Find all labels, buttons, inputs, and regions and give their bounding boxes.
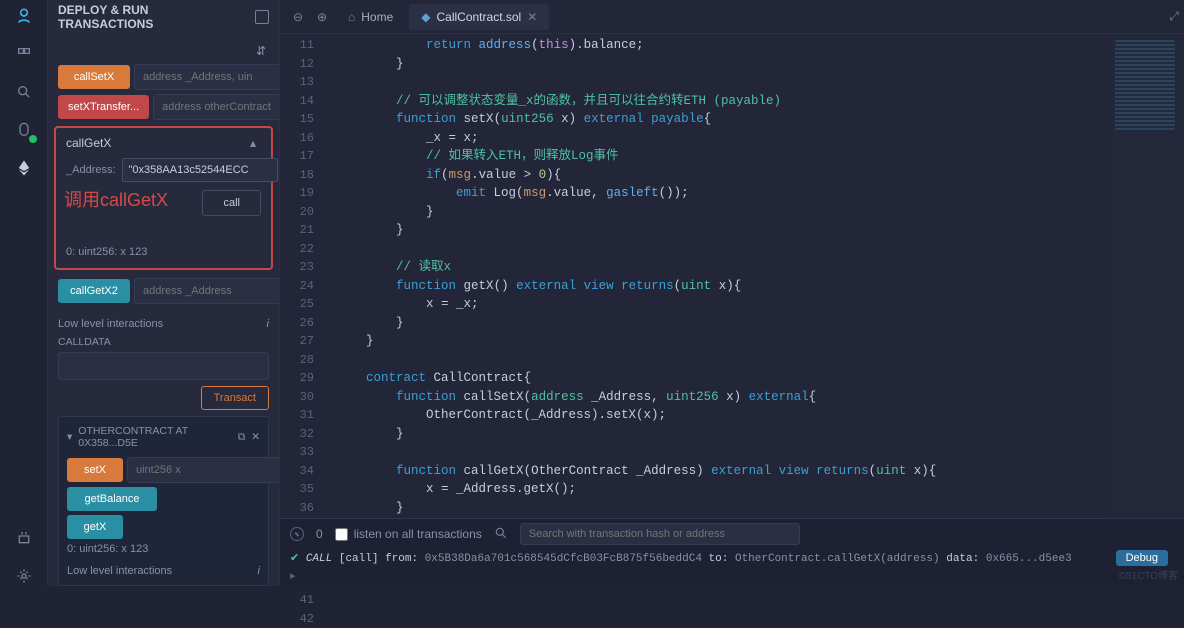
remix-logo-icon[interactable] xyxy=(14,6,34,26)
close-instance-icon[interactable]: ✕ xyxy=(251,431,260,443)
setx-input[interactable] xyxy=(127,457,279,483)
callsetx-button[interactable]: callSetX xyxy=(58,65,130,89)
lowlevel2-title: Low level interactions xyxy=(67,565,172,577)
watermark: ©51CTO博客 xyxy=(1119,567,1178,582)
panel-link-icon[interactable] xyxy=(255,10,269,24)
pending-count: 0 xyxy=(316,527,323,541)
code-editor[interactable]: return address(this).balance; } // 可以调整状… xyxy=(324,34,1106,518)
calldata-input[interactable] xyxy=(58,352,269,380)
listen-label: listen on all transactions xyxy=(354,527,482,541)
callgetx-field-label: _Address: xyxy=(66,164,116,176)
callsetx-input[interactable] xyxy=(134,64,279,90)
file-explorer-icon[interactable] xyxy=(14,44,34,64)
setxtransfer-button[interactable]: setXTransfer... xyxy=(58,95,149,119)
listen-checkbox[interactable] xyxy=(335,528,348,541)
solidity-file-icon: ◆ xyxy=(421,10,430,24)
collapse-callgetx-icon[interactable] xyxy=(245,136,261,150)
call-button[interactable]: call xyxy=(202,190,261,216)
getbalance-button[interactable]: getBalance xyxy=(67,487,157,511)
debug-button[interactable]: Debug xyxy=(1116,550,1168,566)
transact-button[interactable]: Transact xyxy=(201,386,269,410)
calldata-label: CALLDATA xyxy=(58,336,269,348)
zoom-out-icon[interactable]: ⊖ xyxy=(288,10,308,24)
setxtransfer-input[interactable] xyxy=(153,94,279,120)
setx-button[interactable]: setX xyxy=(67,458,123,482)
callgetx-result: 0: uint256: x 123 xyxy=(66,216,261,258)
close-tab-icon[interactable]: ✕ xyxy=(527,10,537,24)
settings-icon[interactable] xyxy=(14,566,34,586)
callgetx-address-input[interactable] xyxy=(122,158,278,182)
line-gutter: 11 12 13 14 15 16 17 18 19 20 21 22 23 2… xyxy=(280,34,324,518)
lowlevel-title: Low level interactions xyxy=(58,318,163,330)
terminal-search-input[interactable] xyxy=(520,523,800,545)
callgetx2-input[interactable] xyxy=(134,278,279,304)
callgetx2-button[interactable]: callGetX2 xyxy=(58,279,130,303)
terminal-prompt-icon[interactable] xyxy=(290,571,296,583)
plugin-icon[interactable] xyxy=(14,528,34,548)
terminal-log-line[interactable]: ✔ CALL [call] from: 0x5B38Da6a701c568545… xyxy=(280,549,1082,567)
terminal-clear-icon[interactable] xyxy=(290,527,304,541)
search-icon[interactable] xyxy=(14,82,34,102)
instance-result: 0: uint256: x 123 xyxy=(67,543,260,555)
row-expand-icon[interactable]: ⇵ xyxy=(253,44,269,58)
info-icon[interactable]: i xyxy=(267,318,269,330)
zoom-in-icon[interactable]: ⊕ xyxy=(312,10,332,24)
expand-editor-icon[interactable]: ⤢ xyxy=(1164,9,1184,24)
getx-button[interactable]: getX xyxy=(67,515,123,539)
annotation-text: 调用callGetX xyxy=(64,186,168,212)
panel-title: DEPLOY & RUN TRANSACTIONS xyxy=(48,0,279,34)
deploy-icon[interactable] xyxy=(14,158,34,178)
tab-home[interactable]: ⌂ Home xyxy=(336,4,405,30)
callgetx-expanded: callGetX _Address: call 调用callGetX 0: ui… xyxy=(54,126,273,270)
minimap[interactable] xyxy=(1106,34,1184,518)
callgetx-label: callGetX xyxy=(66,136,111,150)
tab-file[interactable]: ◆ CallContract.sol ✕ xyxy=(409,4,549,30)
instance-title: OTHERCONTRACT AT 0X358...D5E xyxy=(78,425,225,449)
info-icon-2[interactable]: i xyxy=(258,565,260,577)
expand-instance-icon[interactable] xyxy=(67,431,72,443)
compile-icon[interactable] xyxy=(14,120,34,140)
copy-address-icon[interactable]: ⧉ xyxy=(238,431,246,444)
terminal-search-icon[interactable] xyxy=(494,526,508,543)
home-icon: ⌂ xyxy=(348,10,355,24)
